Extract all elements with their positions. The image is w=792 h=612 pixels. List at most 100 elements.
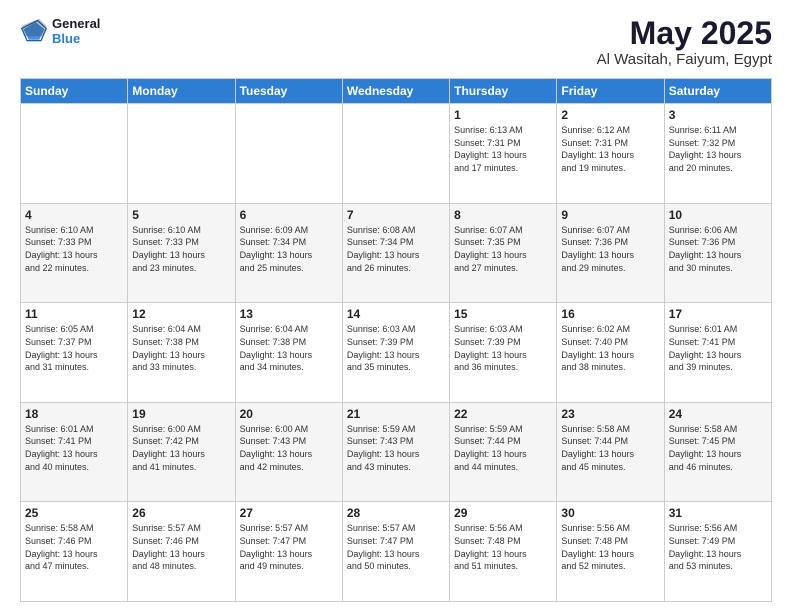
day-number: 11 xyxy=(25,307,123,321)
day-number: 20 xyxy=(240,407,338,421)
day-header-wednesday: Wednesday xyxy=(342,79,449,104)
calendar-cell: 5 Sunrise: 6:10 AM Sunset: 7:33 PM Daylig… xyxy=(128,203,235,303)
calendar-cell: 11Sunrise: 6:05 AM Sunset: 7:37 PM Dayli… xyxy=(21,303,128,403)
day-number: 10 xyxy=(669,208,767,222)
page: General Blue May 2025 Al Wasitah, Faiyum… xyxy=(0,0,792,612)
day-info: Sunrise: 6:01 AM Sunset: 7:41 PM Dayligh… xyxy=(25,423,123,473)
day-info: Sunrise: 6:13 AM Sunset: 7:31 PM Dayligh… xyxy=(454,124,552,174)
day-info: Sunrise: 6:06 AM Sunset: 7:36 PM Dayligh… xyxy=(669,224,767,274)
day-info: Sunrise: 5:59 AM Sunset: 7:43 PM Dayligh… xyxy=(347,423,445,473)
day-number: 5 xyxy=(132,208,230,222)
calendar-cell: 29 Sunrise: 5:56 AM Sunset: 7:48 PM Dayli… xyxy=(450,502,557,602)
calendar-cell: 28Sunrise: 5:57 AM Sunset: 7:47 PM Dayli… xyxy=(342,502,449,602)
calendar-cell: 22 Sunrise: 5:59 AM Sunset: 7:44 PM Dayli… xyxy=(450,402,557,502)
calendar-cell: 10 Sunrise: 6:06 AM Sunset: 7:36 PM Dayli… xyxy=(664,203,771,303)
calendar-cell: 18 Sunrise: 6:01 AM Sunset: 7:41 PM Dayli… xyxy=(21,402,128,502)
day-info: Sunrise: 6:03 AM Sunset: 7:39 PM Dayligh… xyxy=(347,323,445,373)
day-number: 23 xyxy=(561,407,659,421)
calendar-cell: 16 Sunrise: 6:02 AM Sunset: 7:40 PM Dayli… xyxy=(557,303,664,403)
calendar-cell: 21Sunrise: 5:59 AM Sunset: 7:43 PM Dayli… xyxy=(342,402,449,502)
calendar-cell: 15 Sunrise: 6:03 AM Sunset: 7:39 PM Dayli… xyxy=(450,303,557,403)
day-number: 15 xyxy=(454,307,552,321)
day-info: Sunrise: 6:10 AM Sunset: 7:33 PM Dayligh… xyxy=(25,224,123,274)
day-number: 12 xyxy=(132,307,230,321)
day-number: 31 xyxy=(669,506,767,520)
day-number: 24 xyxy=(669,407,767,421)
day-info: Sunrise: 5:56 AM Sunset: 7:49 PM Dayligh… xyxy=(669,522,767,572)
day-header-thursday: Thursday xyxy=(450,79,557,104)
day-info: Sunrise: 5:57 AM Sunset: 7:47 PM Dayligh… xyxy=(347,522,445,572)
day-number: 9 xyxy=(561,208,659,222)
day-info: Sunrise: 6:12 AM Sunset: 7:31 PM Dayligh… xyxy=(561,124,659,174)
day-header-tuesday: Tuesday xyxy=(235,79,342,104)
header: General Blue May 2025 Al Wasitah, Faiyum… xyxy=(20,16,772,68)
day-number: 7 xyxy=(347,208,445,222)
day-number: 22 xyxy=(454,407,552,421)
calendar-week-row: 1 Sunrise: 6:13 AM Sunset: 7:31 PM Daylig… xyxy=(21,104,772,204)
day-info: Sunrise: 6:04 AM Sunset: 7:38 PM Dayligh… xyxy=(240,323,338,373)
day-info: Sunrise: 5:58 AM Sunset: 7:46 PM Dayligh… xyxy=(25,522,123,572)
calendar-cell: 8Sunrise: 6:07 AM Sunset: 7:35 PM Daylig… xyxy=(450,203,557,303)
day-header-saturday: Saturday xyxy=(664,79,771,104)
calendar-week-row: 18 Sunrise: 6:01 AM Sunset: 7:41 PM Dayli… xyxy=(21,402,772,502)
calendar-header-row: SundayMondayTuesdayWednesdayThursdayFrid… xyxy=(21,79,772,104)
calendar-cell xyxy=(235,104,342,204)
calendar-cell: 26 Sunrise: 5:57 AM Sunset: 7:46 PM Dayli… xyxy=(128,502,235,602)
title-block: May 2025 Al Wasitah, Faiyum, Egypt xyxy=(597,16,772,68)
calendar-cell: 25 Sunrise: 5:58 AM Sunset: 7:46 PM Dayli… xyxy=(21,502,128,602)
day-info: Sunrise: 5:58 AM Sunset: 7:44 PM Dayligh… xyxy=(561,423,659,473)
calendar-cell: 1 Sunrise: 6:13 AM Sunset: 7:31 PM Daylig… xyxy=(450,104,557,204)
day-number: 3 xyxy=(669,108,767,122)
day-header-friday: Friday xyxy=(557,79,664,104)
day-number: 19 xyxy=(132,407,230,421)
day-info: Sunrise: 6:10 AM Sunset: 7:33 PM Dayligh… xyxy=(132,224,230,274)
day-info: Sunrise: 5:57 AM Sunset: 7:47 PM Dayligh… xyxy=(240,522,338,572)
day-info: Sunrise: 5:58 AM Sunset: 7:45 PM Dayligh… xyxy=(669,423,767,473)
day-info: Sunrise: 5:56 AM Sunset: 7:48 PM Dayligh… xyxy=(561,522,659,572)
day-info: Sunrise: 6:03 AM Sunset: 7:39 PM Dayligh… xyxy=(454,323,552,373)
calendar-cell: 6Sunrise: 6:09 AM Sunset: 7:34 PM Daylig… xyxy=(235,203,342,303)
day-number: 1 xyxy=(454,108,552,122)
day-number: 18 xyxy=(25,407,123,421)
logo: General Blue xyxy=(20,16,100,46)
calendar-table: SundayMondayTuesdayWednesdayThursdayFrid… xyxy=(20,78,772,602)
day-info: Sunrise: 5:59 AM Sunset: 7:44 PM Dayligh… xyxy=(454,423,552,473)
day-info: Sunrise: 6:00 AM Sunset: 7:42 PM Dayligh… xyxy=(132,423,230,473)
calendar-cell: 4 Sunrise: 6:10 AM Sunset: 7:33 PM Daylig… xyxy=(21,203,128,303)
day-number: 2 xyxy=(561,108,659,122)
day-number: 30 xyxy=(561,506,659,520)
day-info: Sunrise: 6:04 AM Sunset: 7:38 PM Dayligh… xyxy=(132,323,230,373)
calendar-cell: 27Sunrise: 5:57 AM Sunset: 7:47 PM Dayli… xyxy=(235,502,342,602)
calendar-cell: 2 Sunrise: 6:12 AM Sunset: 7:31 PM Daylig… xyxy=(557,104,664,204)
day-number: 13 xyxy=(240,307,338,321)
calendar-cell: 24 Sunrise: 5:58 AM Sunset: 7:45 PM Dayli… xyxy=(664,402,771,502)
calendar-cell: 12 Sunrise: 6:04 AM Sunset: 7:38 PM Dayli… xyxy=(128,303,235,403)
calendar-cell xyxy=(21,104,128,204)
day-number: 29 xyxy=(454,506,552,520)
day-number: 17 xyxy=(669,307,767,321)
calendar-cell: 13 Sunrise: 6:04 AM Sunset: 7:38 PM Dayli… xyxy=(235,303,342,403)
calendar-week-row: 11Sunrise: 6:05 AM Sunset: 7:37 PM Dayli… xyxy=(21,303,772,403)
calendar-cell: 7 Sunrise: 6:08 AM Sunset: 7:34 PM Daylig… xyxy=(342,203,449,303)
day-info: Sunrise: 6:11 AM Sunset: 7:32 PM Dayligh… xyxy=(669,124,767,174)
calendar-cell xyxy=(342,104,449,204)
day-info: Sunrise: 5:56 AM Sunset: 7:48 PM Dayligh… xyxy=(454,522,552,572)
main-title: May 2025 xyxy=(597,16,772,51)
calendar-cell: 23 Sunrise: 5:58 AM Sunset: 7:44 PM Dayli… xyxy=(557,402,664,502)
day-number: 4 xyxy=(25,208,123,222)
calendar-week-row: 25 Sunrise: 5:58 AM Sunset: 7:46 PM Dayli… xyxy=(21,502,772,602)
logo-text: General Blue xyxy=(52,16,100,46)
day-header-sunday: Sunday xyxy=(21,79,128,104)
calendar-cell: 17 Sunrise: 6:01 AM Sunset: 7:41 PM Dayli… xyxy=(664,303,771,403)
day-number: 26 xyxy=(132,506,230,520)
day-number: 16 xyxy=(561,307,659,321)
day-number: 8 xyxy=(454,208,552,222)
day-info: Sunrise: 6:08 AM Sunset: 7:34 PM Dayligh… xyxy=(347,224,445,274)
day-info: Sunrise: 6:07 AM Sunset: 7:36 PM Dayligh… xyxy=(561,224,659,274)
day-info: Sunrise: 6:01 AM Sunset: 7:41 PM Dayligh… xyxy=(669,323,767,373)
day-number: 25 xyxy=(25,506,123,520)
day-info: Sunrise: 6:02 AM Sunset: 7:40 PM Dayligh… xyxy=(561,323,659,373)
day-number: 6 xyxy=(240,208,338,222)
calendar-cell xyxy=(128,104,235,204)
day-info: Sunrise: 5:57 AM Sunset: 7:46 PM Dayligh… xyxy=(132,522,230,572)
